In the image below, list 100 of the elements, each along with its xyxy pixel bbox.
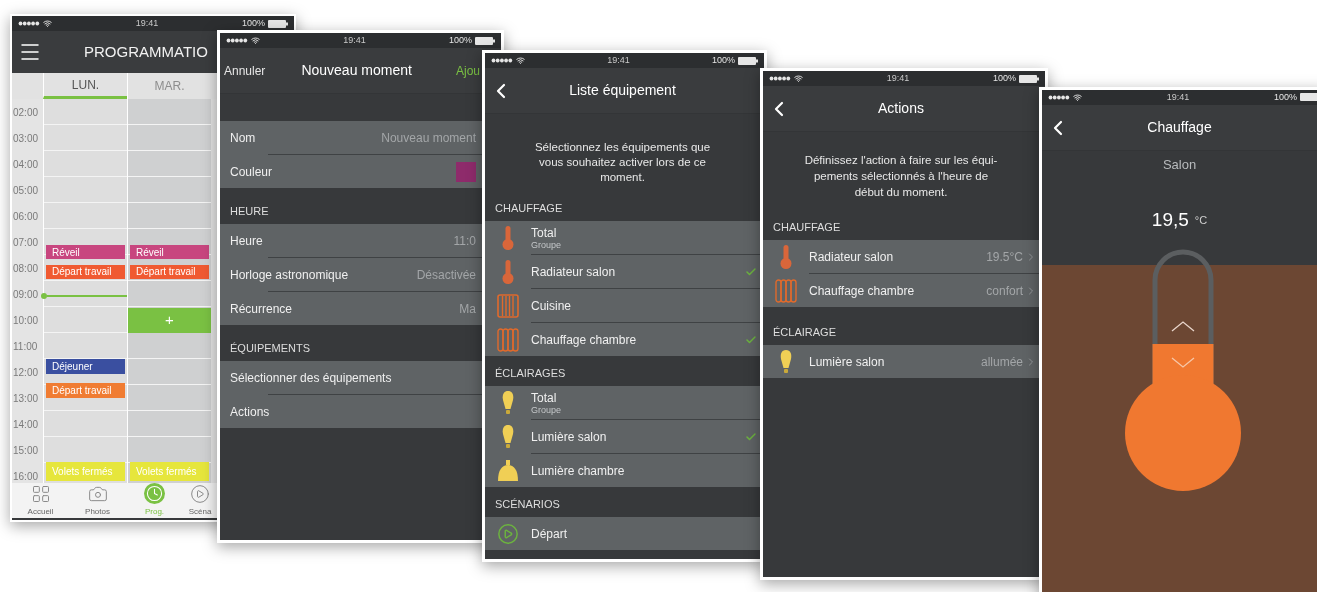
settings-row[interactable]: Actions — [220, 395, 482, 428]
hour-label: 05:00 — [13, 183, 39, 198]
status-time: 19:41 — [135, 16, 159, 30]
equipment-name: Chauffage chambre — [531, 332, 637, 347]
event-block[interactable]: Réveil — [130, 245, 209, 260]
description-text: Définissez l'action à faire sur les équi-pements sélectionnés à l'heure de début du moment. — [803, 153, 999, 200]
section-header: ÉCLAIRAGE — [773, 324, 836, 340]
action-value: 19.5°C — [986, 248, 1023, 266]
thermometer-icon — [502, 225, 514, 250]
screen-title: Chauffage — [1147, 117, 1212, 137]
thermometer-icon — [502, 259, 514, 284]
action-row[interactable]: Chauffage chambre confort — [763, 274, 1039, 307]
tab[interactable]: Photos — [69, 483, 126, 518]
battery-level: 100% — [241, 16, 265, 30]
hour-label: 04:00 — [13, 157, 39, 172]
action-value: allumée — [980, 353, 1023, 371]
wifi-icon — [43, 19, 52, 28]
hour-label: 07:00 — [13, 235, 39, 250]
wifi-icon — [794, 74, 803, 83]
equipment-name: Lumière salon — [531, 429, 607, 444]
radiator-icon — [497, 293, 519, 318]
equipment-name: Radiateur salon — [531, 264, 616, 279]
bulb-icon — [780, 349, 792, 374]
settings-row[interactable]: Nom Nouveau moment — [220, 121, 482, 154]
status-time: 19:41 — [1166, 90, 1190, 104]
row-label: Couleur — [230, 163, 273, 181]
settings-row[interactable]: Sélectionner des équipements — [220, 361, 482, 394]
up-chevron-button[interactable] — [1171, 321, 1195, 332]
equipment-row[interactable]: Départ — [485, 517, 760, 550]
hour-label: 11:00 — [13, 339, 38, 354]
temperature-value: 19,5 — [1151, 207, 1189, 232]
lamp-icon — [497, 459, 519, 482]
play-icon — [497, 522, 519, 545]
equipment-row[interactable]: Chauffage chambre — [485, 323, 760, 356]
battery-level: 100% — [711, 53, 735, 67]
hour-label: 10:00 — [13, 313, 39, 328]
event-block[interactable]: Réveil — [46, 245, 125, 260]
description-text: Sélectionnez les équipements que vous souhaitez activer lors de ce moment. — [533, 140, 712, 185]
check-icon — [745, 333, 757, 346]
battery-icon — [475, 36, 495, 45]
hour-label: 16:00 — [13, 469, 39, 483]
tab[interactable]: Scéna — [183, 483, 217, 518]
screen-title: PROGRAMMATIO — [84, 41, 208, 62]
section-header: HEURE — [230, 203, 269, 219]
play-icon — [190, 483, 210, 504]
signal-icon — [226, 38, 248, 43]
wifi-icon — [516, 56, 525, 65]
equipment-row[interactable]: Total Groupe — [485, 386, 760, 419]
settings-row[interactable]: Récurrence Ma — [220, 292, 482, 325]
wifi-icon — [251, 36, 260, 45]
settings-row[interactable]: Heure 11:0 — [220, 224, 482, 257]
section-header: CHAUFFAGE — [773, 219, 841, 235]
equipment-row[interactable]: Cuisine — [485, 289, 760, 322]
hour-label: 02:00 — [13, 105, 39, 120]
add-button[interactable]: Ajou — [455, 61, 480, 80]
equipment-name: Total — [531, 225, 558, 240]
signal-icon — [18, 21, 40, 26]
settings-row[interactable]: Horloge astronomique Désactivée — [220, 258, 482, 291]
signal-icon — [769, 76, 791, 81]
battery-level: 100% — [448, 33, 472, 47]
check-icon — [745, 430, 757, 443]
equipment-name: Total — [531, 390, 558, 405]
hour-label: 14:00 — [13, 417, 39, 432]
equipment-name: Lumière chambre — [531, 463, 625, 478]
action-row[interactable]: Radiateur salon 19.5°C — [763, 240, 1039, 273]
equipment-name: Chauffage chambre — [809, 282, 915, 300]
equipment-row[interactable]: Radiateur salon — [485, 255, 760, 288]
action-row[interactable]: Lumière salon allumée — [763, 345, 1039, 378]
grid-icon — [30, 483, 51, 504]
hour-label: 13:00 — [13, 391, 39, 406]
radiator-icon — [497, 327, 519, 352]
check-icon — [745, 265, 757, 278]
equipment-name: Cuisine — [531, 298, 572, 313]
event-block[interactable]: Départ travail — [46, 264, 125, 280]
hour-label: 03:00 — [13, 131, 39, 146]
battery-level: 100% — [992, 71, 1016, 85]
bulb-icon — [502, 390, 514, 415]
section-header: SCÉNARIOS — [495, 496, 560, 512]
cancel-button[interactable]: Annuler — [224, 61, 266, 80]
equipment-row[interactable]: Total Groupe — [485, 221, 760, 254]
hour-label: 12:00 — [13, 365, 39, 380]
equipment-row[interactable]: Lumière chambre — [485, 454, 760, 487]
temperature-unit: °C — [1194, 212, 1208, 228]
row-label: Récurrence — [230, 300, 293, 318]
tab[interactable]: Accueil — [12, 483, 69, 518]
row-label: Horloge astronomique — [230, 266, 349, 284]
status-time: 19:41 — [343, 33, 366, 47]
event-block[interactable]: Départ travail — [130, 264, 209, 280]
hour-label: 15:00 — [13, 443, 39, 458]
battery-icon — [1300, 93, 1317, 102]
screen-title: Actions — [878, 99, 924, 118]
equipment-row[interactable]: Lumière salon — [485, 420, 760, 453]
equipment-type: Groupe — [531, 404, 562, 415]
signal-icon — [491, 58, 513, 63]
color-swatch[interactable] — [456, 161, 476, 182]
row-value: Ma — [459, 300, 476, 318]
section-header: ÉQUIPEMENTS — [230, 340, 311, 356]
thermometer-icon — [780, 244, 792, 269]
settings-row[interactable]: Couleur — [220, 155, 482, 188]
event-block[interactable]: Déjeuner — [46, 359, 125, 375]
